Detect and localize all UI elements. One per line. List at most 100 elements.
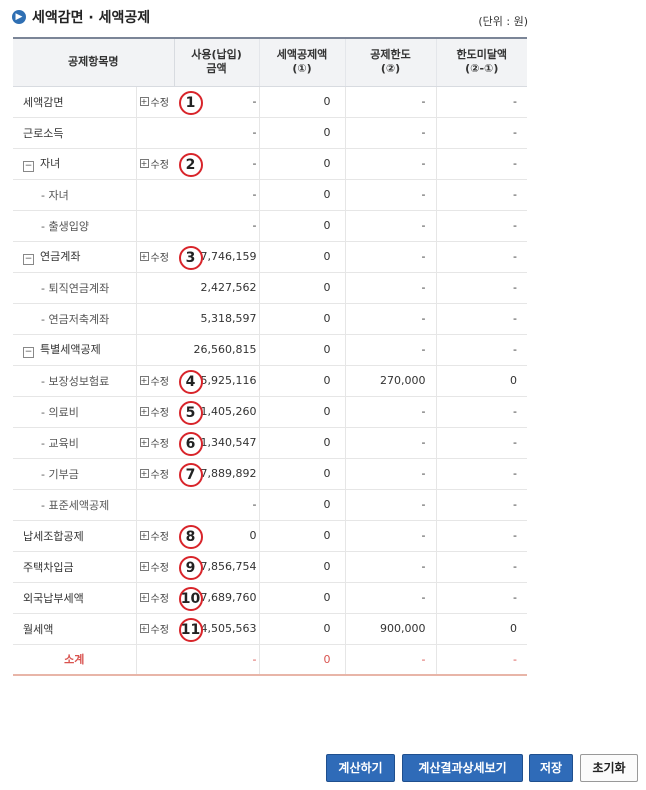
number-marker: 7	[178, 462, 203, 487]
section-title: 세액감면 · 세액공제	[32, 10, 151, 26]
calc-detail-button[interactable]: 계산결과상세보기	[402, 754, 523, 782]
row-item-name: 근로소득	[23, 126, 64, 140]
row-name-cell: 납세조합공제	[13, 520, 136, 552]
row-item-name: - 기부금	[41, 467, 79, 481]
shortfall-cell: -	[435, 179, 528, 211]
shortfall-cell: -	[435, 489, 528, 521]
collapse-toggle-icon[interactable]: −	[23, 347, 34, 358]
shortfall-cell: 0	[435, 613, 528, 645]
row-item-name: 연금계좌	[40, 250, 81, 263]
credit-cell: 0	[258, 365, 346, 397]
plus-icon: +	[139, 531, 149, 540]
calculate-button[interactable]: 계산하기	[326, 754, 395, 782]
credit-cell: 0	[258, 117, 346, 149]
row-name-cell: 주택차입금	[13, 551, 136, 583]
credit-cell: 0	[258, 86, 346, 118]
amount-cell: -	[174, 210, 260, 242]
amount-cell: 5,318,597	[174, 303, 260, 335]
shortfall-cell: -	[435, 334, 528, 366]
edit-button[interactable]: + 수정	[139, 94, 169, 109]
row-name-cell: - 표준세액공제	[13, 489, 136, 521]
number-marker: 10	[178, 586, 203, 611]
edit-button[interactable]: + 수정	[139, 435, 169, 450]
row-item-name: 납세조합공제	[23, 529, 84, 543]
row-item-name: 세액감면	[23, 95, 64, 109]
shortfall-cell: -	[435, 117, 528, 149]
total-row: 소계 -0- -	[13, 644, 528, 676]
row-item-name: - 의료비	[41, 405, 79, 419]
edit-button[interactable]: + 수정	[139, 559, 169, 574]
row-edit-cell	[135, 117, 175, 149]
table-row: - 교육비 + 수정 6 1,340,547 0- -	[13, 427, 528, 459]
credit-cell: 0	[258, 303, 346, 335]
unit-label: (단위 : 원)	[478, 15, 528, 28]
table-row: − 연금계좌 + 수정 3 7,746,159 0- -	[13, 241, 528, 273]
limit-cell: -	[344, 210, 437, 242]
edit-button[interactable]: + 수정	[139, 156, 169, 171]
row-edit-cell: + 수정 10	[135, 582, 203, 614]
edit-button[interactable]: + 수정	[139, 373, 169, 388]
limit-cell: -	[344, 272, 437, 304]
limit-cell: -	[344, 582, 437, 614]
section-header: ▶ 세액감면 · 세액공제 (단위 : 원)	[12, 6, 528, 30]
plus-icon: +	[139, 407, 149, 416]
shortfall-cell: -	[435, 582, 528, 614]
number-marker: 8	[178, 524, 203, 549]
limit-cell: -	[344, 303, 437, 335]
row-item-name: - 교육비	[41, 436, 79, 450]
plus-icon: +	[139, 376, 149, 385]
amount-cell: 26,560,815	[174, 334, 260, 366]
table-row: − 자녀 + 수정 2-0- -	[13, 148, 528, 180]
row-edit-cell	[135, 210, 175, 242]
plus-icon: +	[139, 252, 149, 261]
table-row: - 보장성보험료 + 수정 4 5,925,116 0 270,000 0	[13, 365, 528, 397]
limit-cell: -	[344, 551, 437, 583]
credit-cell: 0	[258, 427, 346, 459]
col-header-shortfall: 한도미달액 (②-①)	[435, 37, 528, 87]
edit-button[interactable]: + 수정	[139, 621, 169, 636]
table-row: − 특별세액공제 26,560,815 0- -	[13, 334, 528, 366]
credit-cell: 0	[258, 489, 346, 521]
edit-button[interactable]: + 수정	[139, 590, 169, 605]
save-button[interactable]: 저장	[529, 754, 573, 782]
edit-button[interactable]: + 수정	[139, 249, 169, 264]
limit-cell: -	[344, 148, 437, 180]
row-edit-cell	[135, 334, 175, 366]
table-row: - 퇴직연금계좌 2,427,562 0- -	[13, 272, 528, 304]
amount-cell: 2,427,562	[174, 272, 260, 304]
row-item-name: - 표준세액공제	[41, 498, 110, 512]
table-header-row: 공제항목명 사용(납입) 금액 세액공제액 (①) 공제한도 (②) 한도미달액 (②-…	[13, 37, 528, 87]
plus-icon: +	[139, 159, 149, 168]
amount-cell: -	[174, 489, 260, 521]
total-shortfall: -	[435, 644, 528, 676]
total-label: 소계	[13, 644, 136, 676]
limit-cell: -	[344, 117, 437, 149]
edit-button[interactable]: + 수정	[139, 466, 169, 481]
col-header-credit: 세액공제액 (①)	[258, 37, 346, 87]
credit-cell: 0	[258, 272, 346, 304]
plus-icon: +	[139, 624, 149, 633]
shortfall-cell: -	[435, 86, 528, 118]
row-name-cell: 근로소득	[13, 117, 136, 149]
row-name-cell: - 보장성보험료	[13, 365, 136, 397]
table-row: - 자녀 -0- -	[13, 179, 528, 211]
row-item-name: - 자녀	[41, 188, 69, 202]
edit-button[interactable]: + 수정	[139, 528, 169, 543]
plus-icon: +	[139, 97, 149, 106]
credit-cell: 0	[258, 582, 346, 614]
row-item-name: 외국납부세액	[23, 591, 84, 605]
shortfall-cell: -	[435, 148, 528, 180]
row-edit-cell: + 수정 2	[135, 148, 203, 180]
row-item-name: 주택차입금	[23, 560, 74, 574]
tax-credit-table: 공제항목명 사용(납입) 금액 세액공제액 (①) 공제한도 (②) 한도미달액 (②-…	[13, 37, 528, 676]
credit-cell: 0	[258, 334, 346, 366]
collapse-toggle-icon[interactable]: −	[23, 161, 34, 172]
limit-cell: -	[344, 86, 437, 118]
number-marker: 9	[178, 555, 203, 580]
limit-cell: -	[344, 396, 437, 428]
table-row: 세액감면 + 수정 1-0- -	[13, 86, 528, 118]
arrow-circle-icon: ▶	[12, 10, 26, 24]
reset-button[interactable]: 초기화	[580, 754, 638, 782]
collapse-toggle-icon[interactable]: −	[23, 254, 34, 265]
edit-button[interactable]: + 수정	[139, 404, 169, 419]
